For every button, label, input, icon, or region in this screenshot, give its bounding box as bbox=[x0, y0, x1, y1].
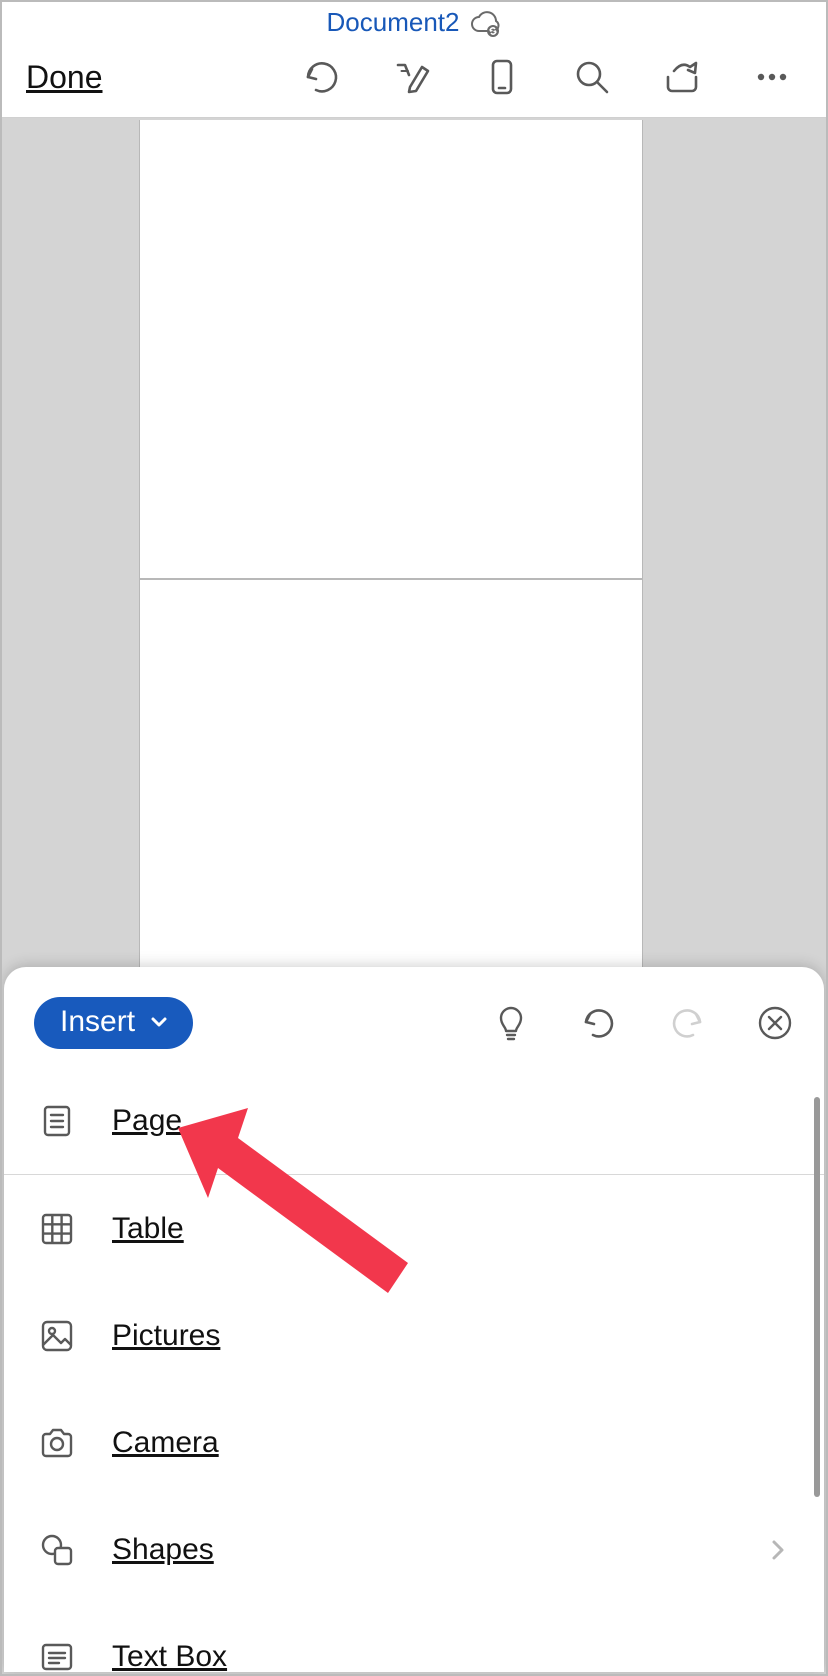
menu-item-table[interactable]: Table bbox=[4, 1175, 824, 1282]
document-title[interactable]: Document2 bbox=[327, 7, 460, 38]
share-icon[interactable] bbox=[662, 57, 702, 97]
lightbulb-icon[interactable] bbox=[492, 1004, 530, 1042]
search-icon[interactable] bbox=[572, 57, 612, 97]
menu-item-label: Pictures bbox=[112, 1319, 220, 1353]
redo-sheet-icon bbox=[668, 1004, 706, 1042]
page-icon bbox=[38, 1102, 76, 1140]
menu-item-label: Text Box bbox=[112, 1640, 227, 1674]
insert-menu: Page Table bbox=[4, 1067, 824, 1676]
titlebar: Document2 bbox=[2, 2, 826, 44]
chevron-down-icon bbox=[149, 1012, 169, 1032]
topbar: Document2 Done bbox=[2, 2, 826, 118]
undo-icon[interactable] bbox=[302, 57, 342, 97]
sheet-action-icons bbox=[492, 1004, 794, 1042]
bottom-sheet: Insert bbox=[4, 967, 824, 1672]
shapes-icon bbox=[38, 1531, 76, 1569]
menu-item-label: Camera bbox=[112, 1426, 219, 1460]
menu-item-camera[interactable]: Camera bbox=[4, 1389, 824, 1496]
menu-item-label: Shapes bbox=[112, 1533, 214, 1567]
insert-tab-dropdown[interactable]: Insert bbox=[34, 997, 193, 1049]
chevron-right-icon bbox=[766, 1538, 790, 1562]
toolbar: Done bbox=[2, 44, 826, 117]
menu-item-label: Page bbox=[112, 1104, 182, 1138]
menu-item-shapes[interactable]: Shapes bbox=[4, 1496, 824, 1603]
draw-icon[interactable] bbox=[392, 57, 432, 97]
document-page[interactable] bbox=[139, 120, 643, 579]
pictures-icon bbox=[38, 1317, 76, 1355]
more-icon[interactable] bbox=[752, 57, 792, 97]
menu-item-page[interactable]: Page bbox=[4, 1067, 824, 1174]
scrollbar[interactable] bbox=[814, 1097, 820, 1497]
sheet-header: Insert bbox=[4, 979, 824, 1067]
undo-sheet-icon[interactable] bbox=[580, 1004, 618, 1042]
table-icon bbox=[38, 1210, 76, 1248]
cloud-sync-icon[interactable] bbox=[469, 7, 501, 39]
done-button[interactable]: Done bbox=[26, 59, 103, 96]
close-sheet-icon[interactable] bbox=[756, 1004, 794, 1042]
menu-item-label: Table bbox=[112, 1212, 184, 1246]
camera-icon bbox=[38, 1424, 76, 1462]
toolbar-actions bbox=[302, 57, 802, 97]
app-root: Document2 Done bbox=[0, 0, 828, 1676]
insert-tab-label: Insert bbox=[60, 1005, 135, 1039]
mobile-view-icon[interactable] bbox=[482, 57, 522, 97]
menu-item-pictures[interactable]: Pictures bbox=[4, 1282, 824, 1389]
textbox-icon bbox=[38, 1638, 76, 1676]
menu-item-textbox[interactable]: Text Box bbox=[4, 1603, 824, 1676]
